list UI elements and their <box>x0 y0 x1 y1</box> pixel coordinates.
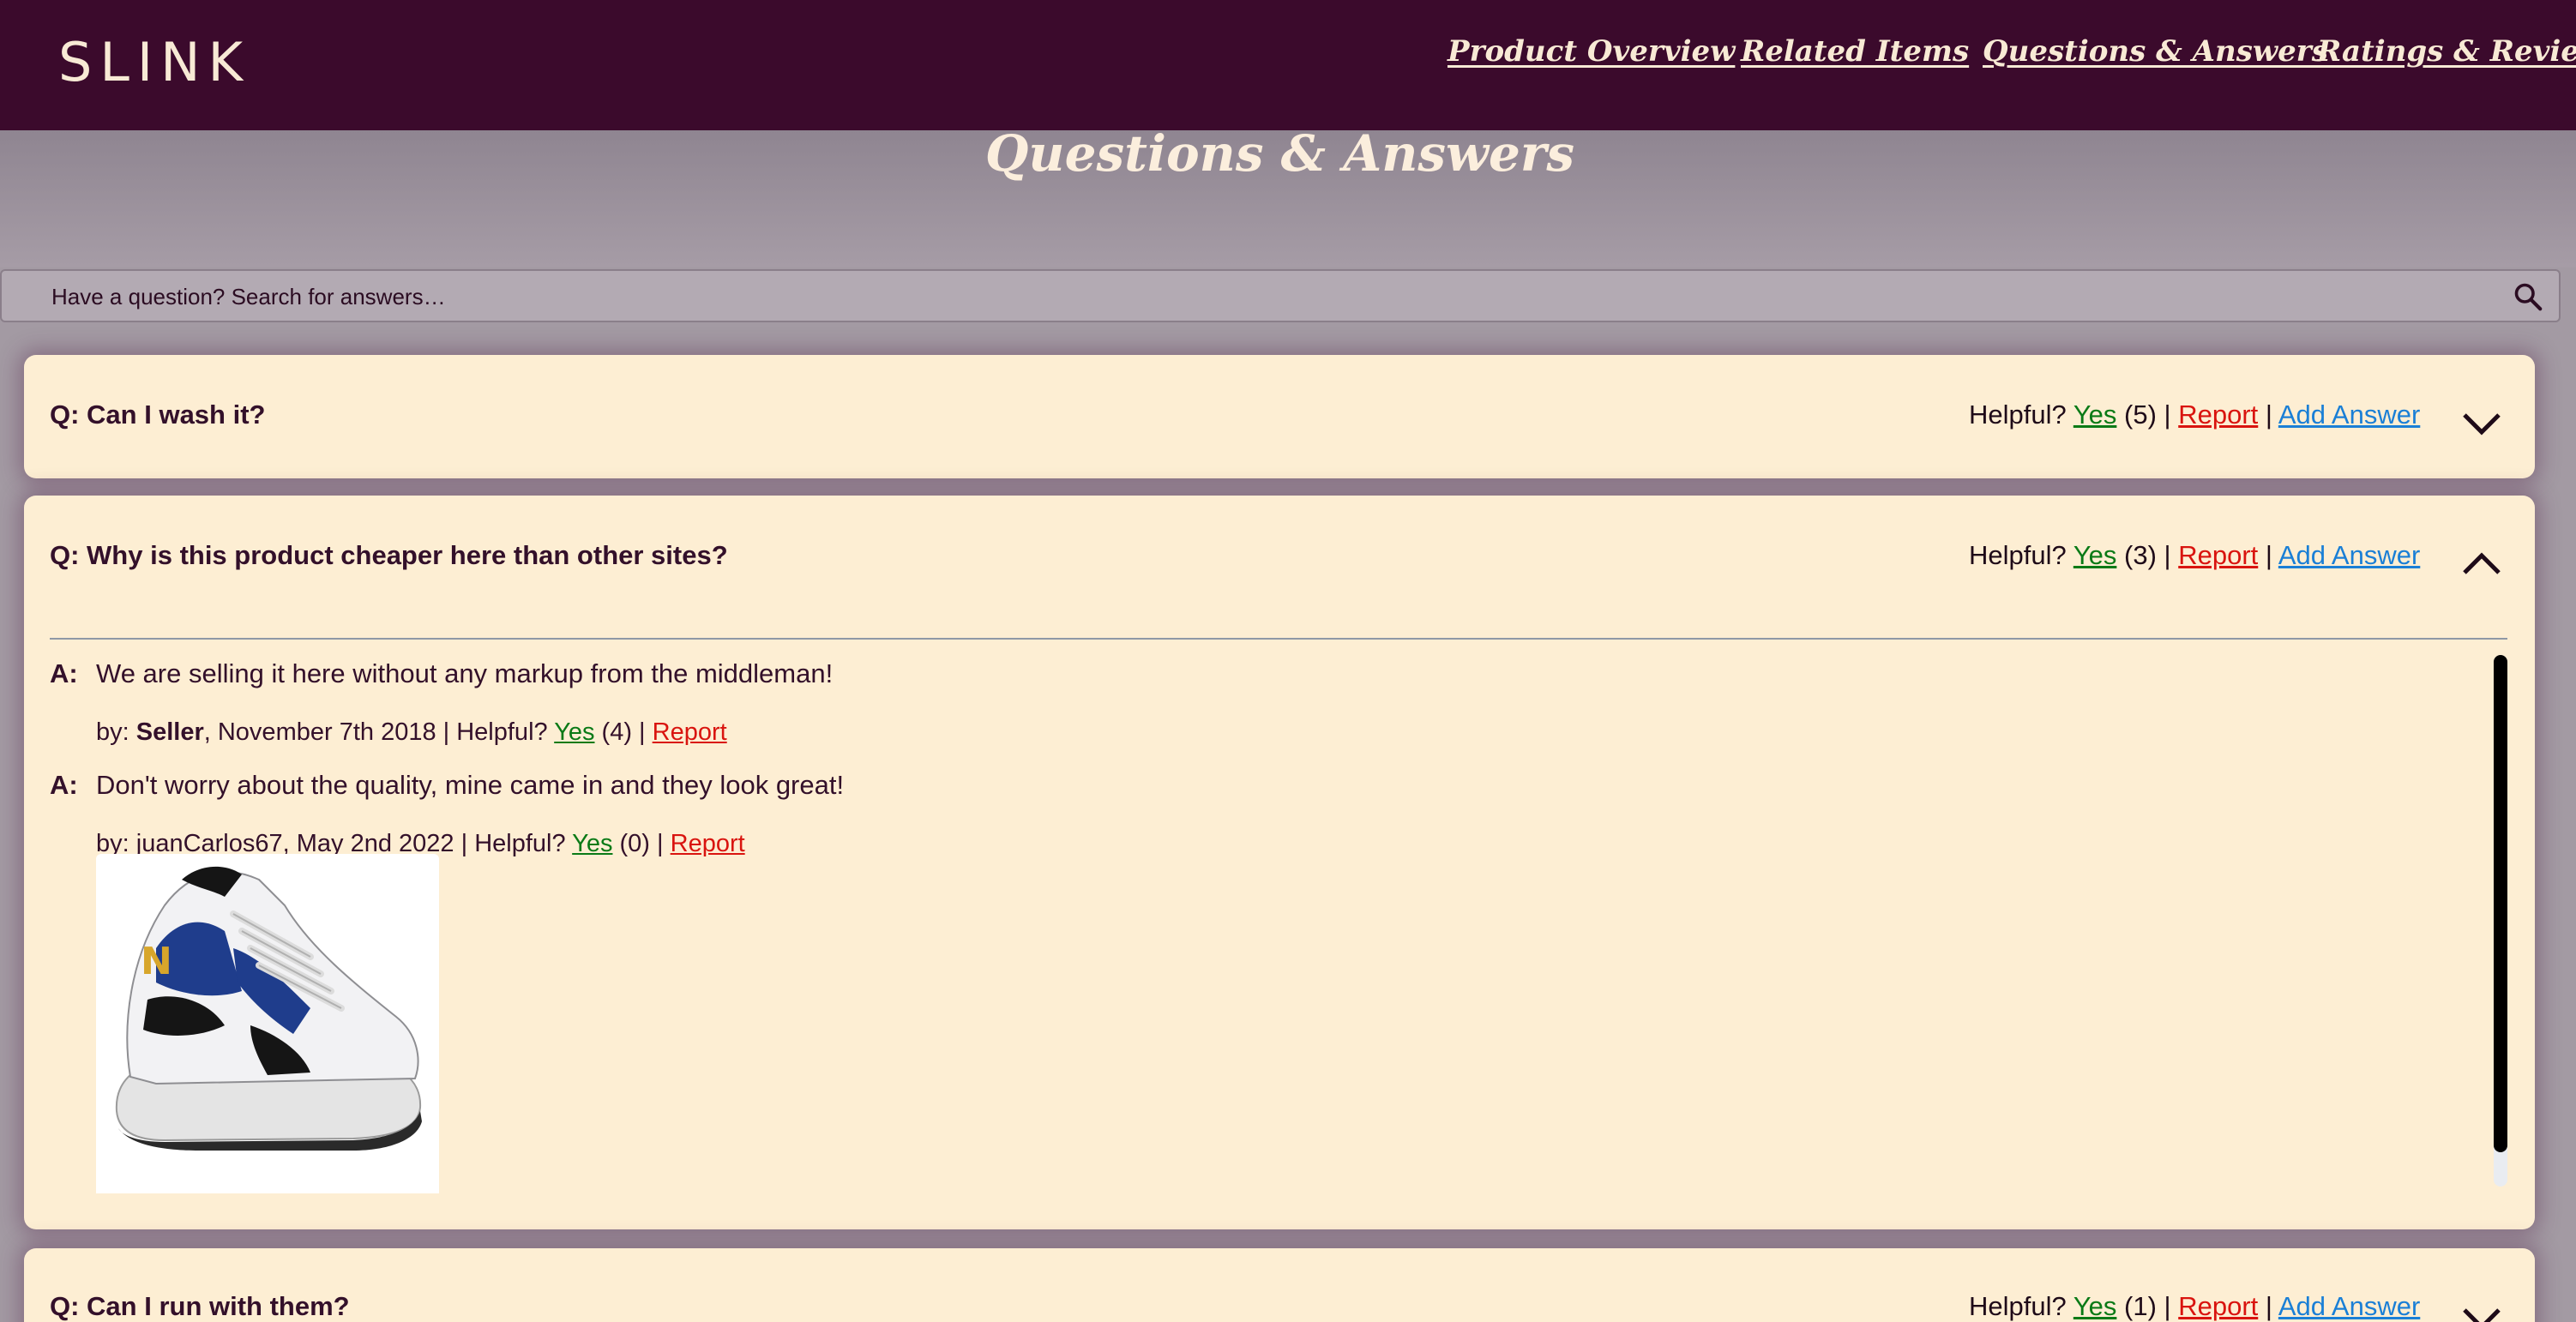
helpful-yes-link[interactable]: Yes <box>2073 400 2117 430</box>
add-answer-link[interactable]: Add Answer <box>2278 400 2420 430</box>
question-actions: Helpful? Yes (3) | Report | Add Answer <box>1969 540 2420 571</box>
separator: | <box>2164 540 2171 570</box>
separator: | <box>2265 1291 2272 1321</box>
nav-product-overview[interactable]: Product Overview <box>1447 34 1735 69</box>
section-title: Questions & Answers <box>984 124 1575 183</box>
answer-helpful-yes-link[interactable]: Yes <box>572 830 612 857</box>
add-answer-link[interactable]: Add Answer <box>2278 540 2420 570</box>
report-link[interactable]: Report <box>2178 540 2258 570</box>
helpful-yes-link[interactable]: Yes <box>2073 1291 2117 1321</box>
search-icon[interactable] <box>2513 281 2543 312</box>
top-navigation-bar: SLINK Product Overview Related Items Que… <box>0 0 2576 130</box>
helpful-label: Helpful? <box>1969 400 2067 430</box>
question-card: Q: Can I run with them? Helpful? Yes (1)… <box>24 1248 2535 1322</box>
question-text: Q: Why is this product cheaper here than… <box>50 540 728 570</box>
answer-author: Seller <box>135 718 204 746</box>
sneaker-photo: N <box>115 866 422 1151</box>
separator: | <box>2164 400 2171 430</box>
answer-helpful-count: (4) | <box>594 718 653 746</box>
answer-photo-thumbnail[interactable]: N <box>96 854 439 1193</box>
answer-date: , November 7th 2018 | <box>203 718 457 746</box>
question-card: Q: Can I wash it? Helpful? Yes (5) | Rep… <box>24 355 2535 478</box>
helpful-count: (1) <box>2124 1291 2157 1321</box>
site-logo[interactable]: SLINK <box>58 31 250 93</box>
separator: | <box>2265 400 2272 430</box>
answer-helpful-count: (0) | <box>612 830 671 857</box>
answer-text: Don't worry about the quality, mine came… <box>96 770 845 800</box>
question-actions: Helpful? Yes (1) | Report | Add Answer <box>1969 1291 2420 1322</box>
report-link[interactable]: Report <box>2178 400 2258 430</box>
answer-label: A: <box>50 658 78 688</box>
search-input[interactable] <box>50 271 2489 322</box>
helpful-count: (3) <box>2124 540 2157 570</box>
add-answer-link[interactable]: Add Answer <box>2278 1291 2420 1321</box>
question-text: Q: Can I wash it? <box>50 400 266 430</box>
question-text: Q: Can I run with them? <box>50 1291 350 1321</box>
answers-divider <box>50 638 2507 640</box>
helpful-label: Helpful? <box>1969 540 2067 570</box>
answer-meta: by: Seller, November 7th 2018 | Helpful?… <box>96 718 727 747</box>
nav-related-items[interactable]: Related Items <box>1741 34 1969 69</box>
search-bar <box>0 269 2561 322</box>
answer-report-link[interactable]: Report <box>671 830 745 857</box>
helpful-label: Helpful? <box>456 718 548 746</box>
answers-scrollbar-thumb[interactable] <box>2494 655 2507 1152</box>
answer-by-prefix: by: <box>96 718 136 746</box>
separator: | <box>2164 1291 2171 1321</box>
question-card-expanded: Q: Why is this product cheaper here than… <box>24 496 2535 1229</box>
separator: | <box>2265 540 2272 570</box>
chevron-up-icon[interactable] <box>2461 550 2502 578</box>
chevron-down-icon[interactable] <box>2461 1305 2502 1322</box>
answer-label: A: <box>50 770 78 800</box>
helpful-label: Helpful? <box>474 830 566 857</box>
answer-report-link[interactable]: Report <box>653 718 727 746</box>
chevron-down-icon[interactable] <box>2461 410 2502 437</box>
helpful-yes-link[interactable]: Yes <box>2073 540 2117 570</box>
nav-questions-answers[interactable]: Questions & Answers <box>1983 34 2328 69</box>
answer-text: We are selling it here without any marku… <box>96 658 834 688</box>
helpful-label: Helpful? <box>1969 1291 2067 1321</box>
question-actions: Helpful? Yes (5) | Report | Add Answer <box>1969 400 2420 430</box>
report-link[interactable]: Report <box>2178 1291 2258 1321</box>
answers-scrollbar[interactable] <box>2494 655 2507 1187</box>
nav-ratings-reviews[interactable]: Ratings & Reviews <box>2317 34 2576 69</box>
svg-text:N: N <box>141 940 172 983</box>
answer-helpful-yes-link[interactable]: Yes <box>554 718 594 746</box>
helpful-count: (5) <box>2124 400 2157 430</box>
